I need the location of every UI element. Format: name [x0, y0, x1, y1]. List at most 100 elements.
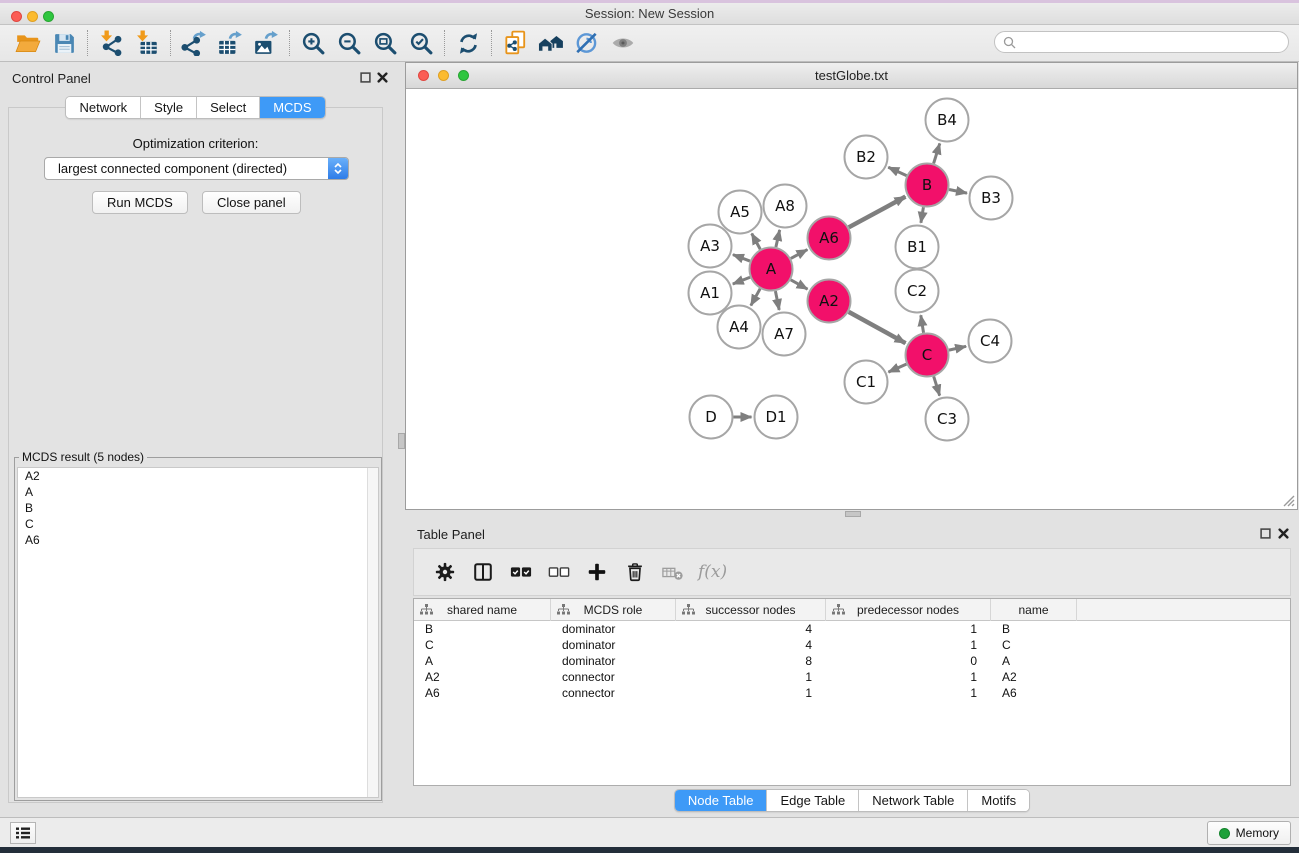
graph-edge-C-C3[interactable] — [934, 376, 940, 395]
search-box[interactable] — [994, 31, 1289, 53]
create-column-button[interactable] — [578, 555, 616, 589]
graph-edge-C-C2[interactable] — [921, 315, 924, 333]
close-panel-button[interactable]: Close panel — [202, 191, 301, 214]
graph-node-C[interactable]: C — [906, 334, 949, 377]
column-header-predecessor-nodes[interactable]: predecessor nodes — [826, 599, 991, 621]
tab-network[interactable]: Network — [66, 97, 141, 118]
network-minimize-button[interactable] — [438, 70, 449, 81]
column-header-shared-name[interactable]: shared name — [414, 599, 551, 621]
table-mode-button[interactable] — [464, 555, 502, 589]
graph-node-A1[interactable]: A1 — [689, 272, 732, 315]
graph-edge-B-B2[interactable] — [888, 167, 906, 175]
table-row[interactable]: Bdominator41B — [414, 621, 1290, 637]
graph-edge-B-B3[interactable] — [949, 189, 967, 193]
graph-node-A5[interactable]: A5 — [719, 191, 762, 234]
table-row[interactable]: Cdominator41C — [414, 637, 1290, 653]
tab-mcds[interactable]: MCDS — [260, 97, 324, 118]
close-panel-icon[interactable] — [1278, 528, 1289, 539]
tab-select[interactable]: Select — [197, 97, 260, 118]
column-header-successor-nodes[interactable]: successor nodes — [676, 599, 826, 621]
memory-button[interactable]: Memory — [1207, 821, 1291, 845]
tab-edge-table[interactable]: Edge Table — [767, 790, 859, 811]
graph-node-A7[interactable]: A7 — [763, 313, 806, 356]
minimize-window-button[interactable] — [27, 11, 38, 22]
tab-motifs[interactable]: Motifs — [968, 790, 1029, 811]
graph-node-B4[interactable]: B4 — [926, 99, 969, 142]
graph-node-A[interactable]: A — [750, 248, 793, 291]
horizontal-splitter-handle[interactable] — [845, 511, 861, 517]
graph-edge-C-C4[interactable] — [949, 346, 966, 350]
graph-edge-A-A1[interactable] — [733, 277, 750, 284]
graph-node-A8[interactable]: A8 — [764, 185, 807, 228]
tab-network-table[interactable]: Network Table — [859, 790, 968, 811]
result-scrollbar[interactable] — [367, 468, 378, 797]
network-window-titlebar[interactable]: testGlobe.txt — [406, 63, 1297, 89]
eye-button[interactable] — [605, 26, 641, 60]
clone-network-button[interactable] — [497, 26, 533, 60]
zoom-fit-button[interactable] — [367, 26, 403, 60]
export-network-button[interactable] — [176, 26, 212, 60]
table-row[interactable]: A6connector11A6 — [414, 685, 1290, 701]
home-button[interactable] — [533, 26, 569, 60]
run-mcds-button[interactable]: Run MCDS — [92, 191, 188, 214]
export-table-button[interactable] — [212, 26, 248, 60]
close-window-button[interactable] — [11, 11, 22, 22]
graph-node-A4[interactable]: A4 — [718, 306, 761, 349]
zoom-out-button[interactable] — [331, 26, 367, 60]
network-graph[interactable]: B4B2BB3A8A5A6A3B1AC2A1A2A4A7C4CC1C3DD1 — [407, 89, 1297, 509]
open-session-button[interactable] — [10, 26, 46, 60]
delete-table-button[interactable] — [654, 555, 692, 589]
graph-node-B[interactable]: B — [906, 164, 949, 207]
graph-edge-B-B4[interactable] — [934, 143, 940, 163]
graph-edge-A-A5[interactable] — [752, 234, 761, 250]
network-canvas[interactable]: B4B2BB3A8A5A6A3B1AC2A1A2A4A7C4CC1C3DD1 — [407, 89, 1297, 509]
tab-node-table[interactable]: Node Table — [675, 790, 768, 811]
graph-node-C1[interactable]: C1 — [845, 361, 888, 404]
main-titlebar[interactable]: Session: New Session — [0, 3, 1299, 25]
table-row[interactable]: Adominator80A — [414, 653, 1290, 669]
deselect-all-columns-button[interactable] — [540, 555, 578, 589]
select-all-columns-button[interactable] — [502, 555, 540, 589]
graph-edge-A-A6[interactable] — [791, 250, 808, 259]
graph-node-B2[interactable]: B2 — [845, 136, 888, 179]
optimization-criterion-dropdown[interactable]: largest connected component (directed) — [44, 157, 349, 180]
maximize-window-button[interactable] — [43, 11, 54, 22]
column-header-mcds-role[interactable]: MCDS role — [551, 599, 676, 621]
import-network-button[interactable] — [93, 26, 129, 60]
refresh-button[interactable] — [450, 26, 486, 60]
mcds-result-item[interactable]: B — [18, 500, 378, 516]
mcds-result-item[interactable]: A6 — [18, 532, 378, 548]
graph-edge-A2-C[interactable] — [849, 312, 906, 343]
table-row[interactable]: A2connector11A2 — [414, 669, 1290, 685]
graph-node-B1[interactable]: B1 — [896, 226, 939, 269]
save-session-button[interactable] — [46, 26, 82, 60]
graph-edge-A-A4[interactable] — [751, 289, 760, 306]
mcds-result-list[interactable]: A2ABCA6 — [17, 467, 379, 798]
graph-edge-A-A3[interactable] — [733, 255, 750, 261]
network-maximize-button[interactable] — [458, 70, 469, 81]
graph-edge-B-B1[interactable] — [921, 207, 924, 223]
float-panel-icon[interactable] — [360, 72, 371, 83]
graph-node-C2[interactable]: C2 — [896, 270, 939, 313]
float-panel-icon[interactable] — [1260, 528, 1271, 539]
graph-node-A6[interactable]: A6 — [808, 217, 851, 260]
graph-node-C3[interactable]: C3 — [926, 398, 969, 441]
zoom-selected-button[interactable] — [403, 26, 439, 60]
graph-node-B3[interactable]: B3 — [970, 177, 1013, 220]
graph-node-D1[interactable]: D1 — [755, 396, 798, 439]
search-input[interactable] — [1021, 35, 1280, 49]
task-history-button[interactable] — [10, 822, 36, 844]
zoom-in-button[interactable] — [295, 26, 331, 60]
graph-edge-C-C1[interactable] — [888, 364, 906, 372]
graph-edge-A-A8[interactable] — [776, 230, 780, 247]
import-table-button[interactable] — [129, 26, 165, 60]
mcds-result-item[interactable]: C — [18, 516, 378, 532]
graph-edge-A-A2[interactable] — [791, 280, 808, 289]
graph-node-D[interactable]: D — [690, 396, 733, 439]
network-close-button[interactable] — [418, 70, 429, 81]
mcds-result-item[interactable]: A2 — [18, 468, 378, 484]
graph-edge-A6-B[interactable] — [849, 197, 906, 228]
table-settings-button[interactable] — [426, 555, 464, 589]
export-image-button[interactable] — [248, 26, 284, 60]
show-hide-graphics-details-button[interactable] — [569, 26, 605, 60]
